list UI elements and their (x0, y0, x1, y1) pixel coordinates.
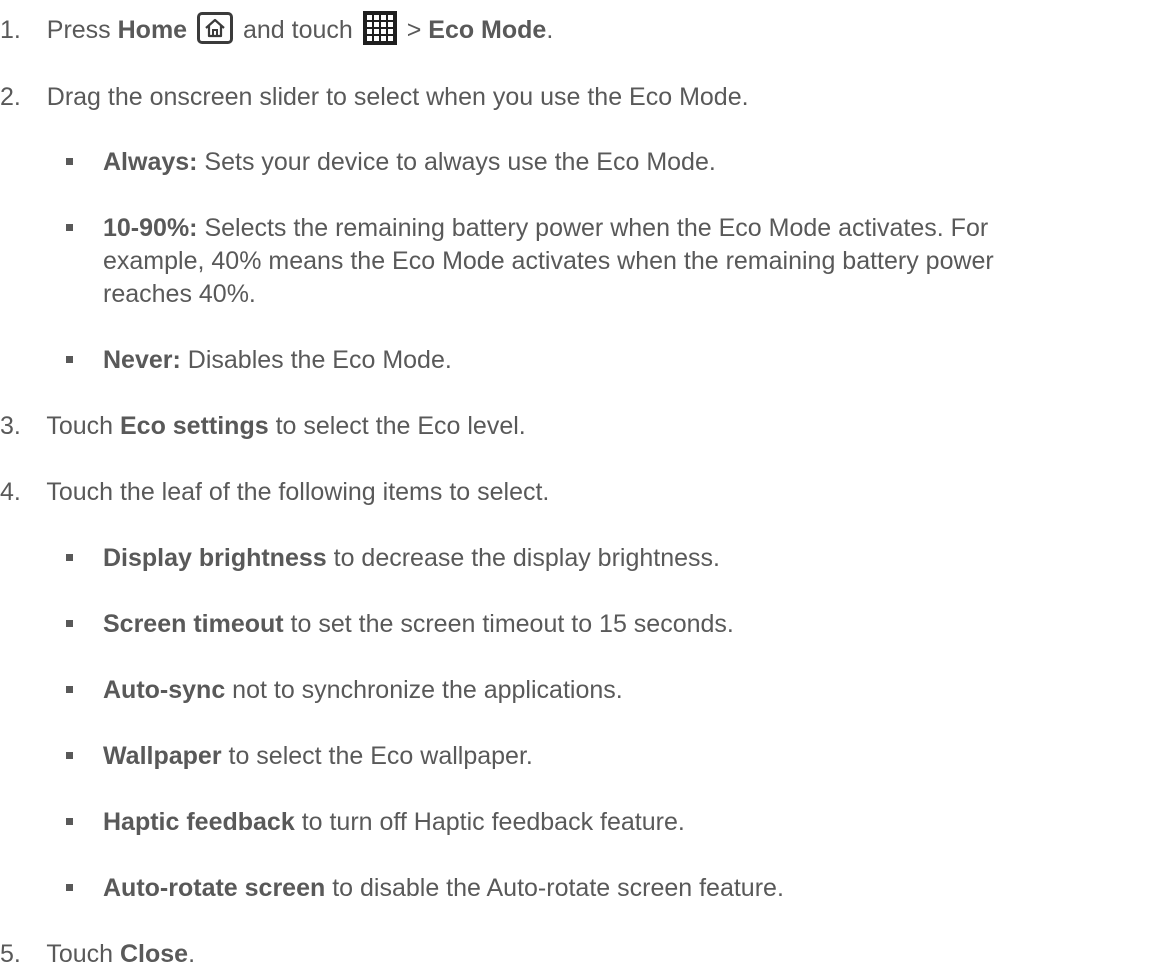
bullet-text: Disables the Eco Mode. (180, 346, 452, 374)
step-text: Touch the leaf of the following items to… (46, 478, 550, 506)
step-text: to select the Eco level. (268, 412, 526, 440)
bullet-marker (66, 356, 73, 363)
bullet-label: Display brightness (103, 544, 327, 572)
bullet-display-brightness: Display brightness to decrease the displ… (103, 541, 720, 575)
bullet-range-line-2: example, 40% means the Eco Mode activate… (103, 247, 994, 275)
step-number: 5. (0, 940, 21, 968)
step-text: Press (46, 16, 118, 44)
eco-settings-label: Eco settings (119, 412, 269, 440)
step-2: 2. Drag the onscreen slider to select wh… (0, 80, 749, 114)
bullet-text: to select the Eco wallpaper. (221, 742, 533, 770)
period: . (546, 16, 554, 44)
bullet-never: Never: Disables the Eco Mode. (103, 343, 452, 377)
bullet-haptic-feedback: Haptic feedback to turn off Haptic feedb… (103, 805, 685, 839)
bullet-label: 10-90%: (103, 214, 198, 242)
bullet-text: not to synchronize the applications. (225, 676, 623, 704)
home-icon (197, 12, 234, 45)
bullet-marker (66, 818, 73, 825)
step-text: Drag the onscreen slider to select when … (46, 83, 749, 111)
bullet-label: Always: (103, 148, 198, 176)
eco-mode-label: Eco Mode (428, 16, 547, 44)
bullet-label: Haptic feedback (103, 808, 295, 836)
bullet-range: 10-90%: Selects the remaining battery po… (103, 211, 988, 245)
bullet-always: Always: Sets your device to always use t… (103, 145, 716, 179)
step-text: Touch (46, 412, 120, 440)
bullet-auto-rotate: Auto-rotate screen to disable the Auto-r… (103, 871, 784, 905)
bullet-text: to turn off Haptic feedback feature. (294, 808, 685, 836)
bullet-marker (66, 884, 73, 891)
bullet-text: to disable the Auto-rotate screen featur… (325, 874, 784, 902)
bullet-marker (66, 752, 73, 759)
step-number: 4. (0, 478, 21, 506)
close-label: Close (119, 940, 189, 968)
step-number: 2. (0, 83, 21, 111)
bullet-label: Auto-rotate screen (103, 874, 326, 902)
step-3: 3. Touch Eco settings to select the Eco … (0, 409, 526, 443)
bullet-text: Selects the remaining battery power when… (197, 214, 989, 242)
bullet-marker (66, 158, 73, 165)
bullet-label: Screen timeout (103, 610, 284, 638)
bullet-marker (66, 554, 73, 561)
bullet-marker (66, 620, 73, 627)
bullet-text: Sets your device to always use the Eco M… (197, 148, 716, 176)
step-text: Touch (46, 940, 120, 968)
apps-grid-icon (362, 11, 397, 46)
bullet-label: Wallpaper (103, 742, 222, 770)
step-text: . (188, 940, 196, 968)
bullet-range-line-3: reaches 40%. (103, 280, 256, 308)
step-5: 5. Touch Close. (0, 937, 195, 971)
step-1: 1. Press Home and touch > Eco Mode. (0, 11, 554, 48)
step-4: 4. Touch the leaf of the following items… (0, 475, 549, 509)
bullet-text: to decrease the display brightness. (326, 544, 720, 572)
bullet-label: Auto-sync (103, 676, 226, 704)
bullet-marker (66, 224, 73, 231)
step-number: 1. (0, 16, 21, 44)
bullet-marker (66, 686, 73, 693)
greater-than: > (399, 16, 429, 44)
bullet-text: to set the screen timeout to 15 seconds. (283, 610, 734, 638)
step-text-and-touch: and touch (236, 16, 360, 44)
step-number: 3. (0, 412, 21, 440)
bullet-label: Never: (103, 346, 181, 374)
home-label: Home (117, 16, 188, 44)
bullet-auto-sync: Auto-sync not to synchronize the applica… (103, 673, 623, 707)
bullet-wallpaper: Wallpaper to select the Eco wallpaper. (103, 739, 533, 773)
bullet-screen-timeout: Screen timeout to set the screen timeout… (103, 607, 734, 641)
